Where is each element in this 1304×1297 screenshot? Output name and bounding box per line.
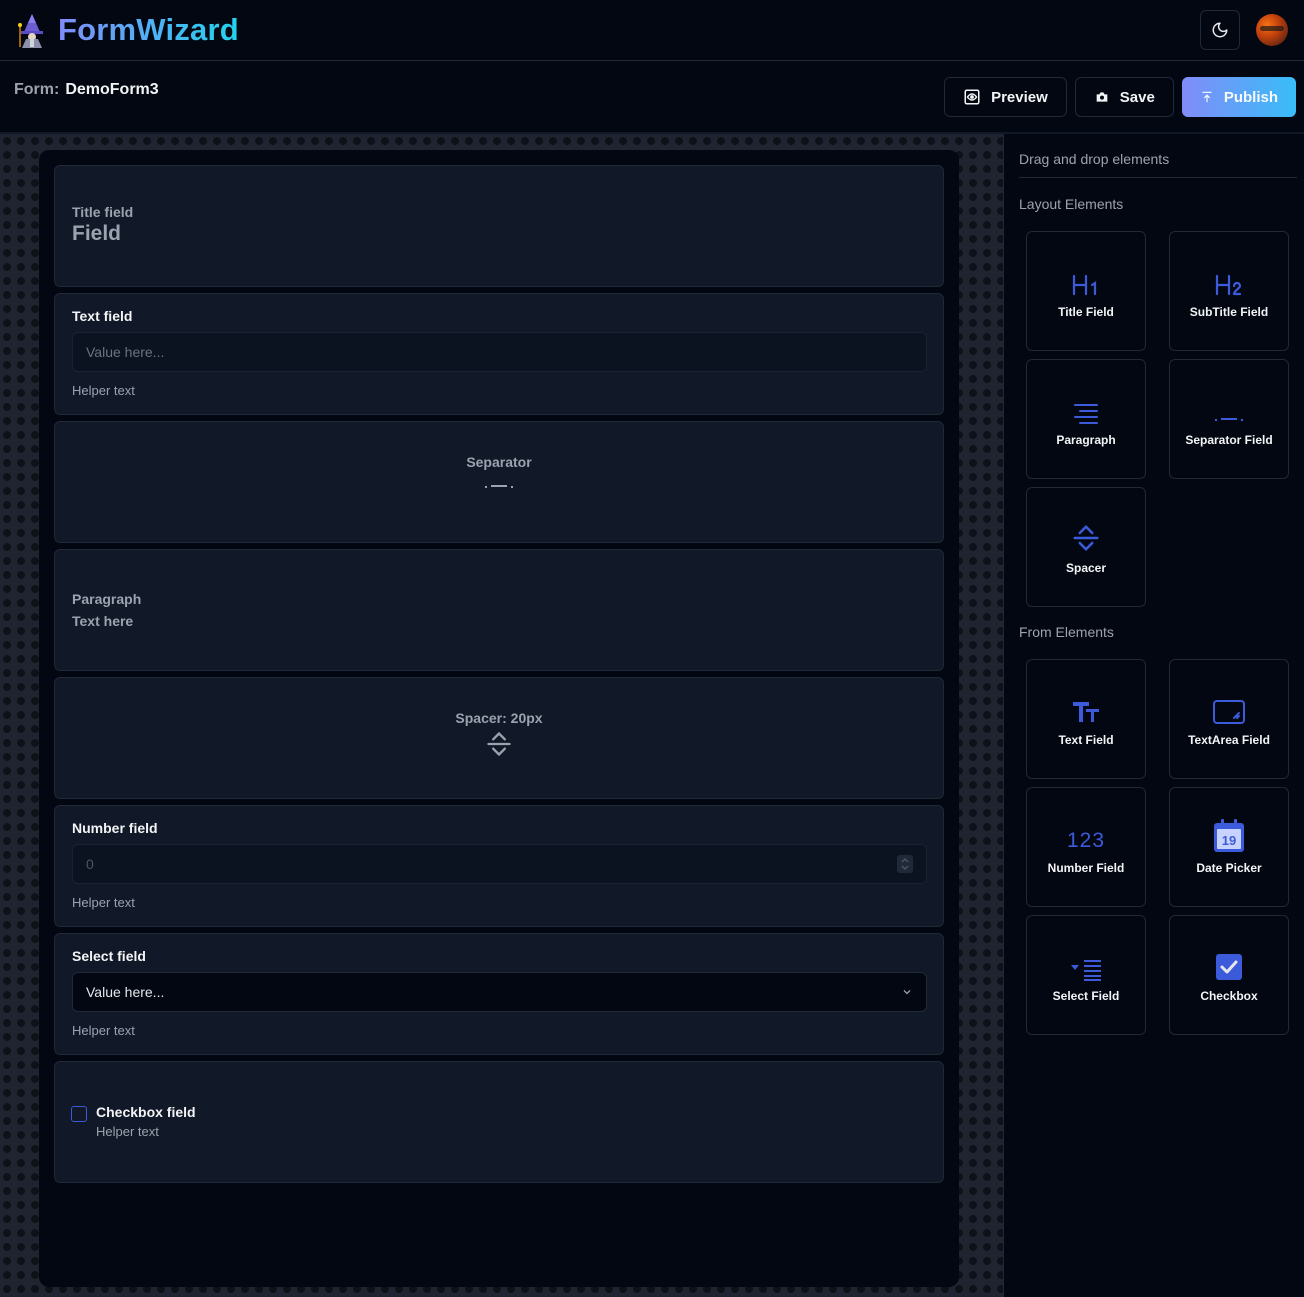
paragraph-label: Paragraph: [72, 591, 142, 607]
number-field-label: Number field: [72, 820, 158, 836]
number-field-tile[interactable]: 123 Number Field: [1026, 787, 1146, 907]
select-field-tile-label: Select Field: [1052, 989, 1120, 1003]
preview-label: Preview: [991, 88, 1048, 106]
title-field-tile[interactable]: Title Field: [1026, 231, 1146, 351]
number-field-tile-label: Number Field: [1047, 861, 1125, 875]
select-field-dropdown[interactable]: Value here...: [72, 972, 927, 1012]
date-picker-tile-label: Date Picker: [1196, 861, 1262, 875]
heading-2-icon: [1215, 274, 1242, 296]
number-field-placeholder: 0: [86, 856, 94, 872]
avatar[interactable]: [1256, 14, 1288, 46]
publish-button[interactable]: Publish: [1181, 77, 1296, 117]
upload-icon: [1202, 91, 1212, 103]
preview-icon: [964, 89, 980, 105]
form-name: Form: DemoForm3: [14, 81, 159, 99]
top-nav: FormWizard: [0, 0, 1304, 61]
separator-icon: [1215, 418, 1243, 421]
text-field-label: Text field: [72, 308, 133, 324]
title-field-value: Field: [72, 222, 122, 245]
form-canvas[interactable]: Title field Field Text field Value here.…: [39, 150, 959, 1287]
chevron-down-icon: [903, 990, 911, 995]
text-field-card[interactable]: Text field Value here... Helper text: [54, 293, 944, 415]
spacer-icon: [487, 731, 511, 757]
form-name-value: DemoForm3: [65, 81, 159, 98]
publish-label: Publish: [1223, 88, 1278, 106]
calendar-day: 19: [1221, 833, 1237, 848]
select-field-value: Value here...: [86, 984, 165, 1000]
text-field-helper: Helper text: [72, 383, 135, 398]
text-field-tile-label: Text Field: [1058, 733, 1114, 747]
app-title: FormWizard: [58, 12, 239, 47]
select-field-helper: Helper text: [72, 1023, 135, 1038]
theme-toggle-button[interactable]: [1200, 10, 1240, 50]
paragraph-icon: [1074, 404, 1098, 424]
wizard-icon: [18, 14, 43, 48]
separator-field-tile[interactable]: Separator Field: [1169, 359, 1289, 479]
save-label: Save: [1119, 88, 1155, 106]
form-name-label: Form:: [14, 81, 60, 98]
checkbox-field-label: Checkbox field: [96, 1104, 196, 1120]
paragraph-tile[interactable]: Paragraph: [1026, 359, 1146, 479]
checkbox-field-card[interactable]: Checkbox field Helper text: [54, 1061, 944, 1183]
spacer-tile-label: Spacer: [1065, 561, 1107, 575]
number-field-helper: Helper text: [72, 895, 135, 910]
elements-sidebar: Drag and drop elements Layout Elements T…: [1003, 134, 1304, 1297]
spacer-card[interactable]: Spacer: 20px: [54, 677, 944, 799]
subtitle-field-tile-label: SubTitle Field: [1189, 305, 1269, 319]
number-field-card[interactable]: Number field 0 Helper text: [54, 805, 944, 927]
title-field-card[interactable]: Title field Field: [54, 165, 944, 287]
form-elements-title: From Elements: [1019, 624, 1114, 640]
title-field-tile-label: Title Field: [1058, 305, 1114, 319]
separator-label: Separator: [466, 454, 532, 470]
paragraph-tile-label: Paragraph: [1056, 433, 1116, 447]
select-field-label: Select field: [72, 948, 146, 964]
calendar-icon: 19: [1213, 819, 1245, 853]
layout-elements-title: Layout Elements: [1019, 196, 1124, 212]
spacer-tile[interactable]: Spacer: [1026, 487, 1146, 607]
spacer-label: Spacer: 20px: [455, 710, 543, 726]
heading-1-icon: [1072, 274, 1097, 296]
separator-field-tile-label: Separator Field: [1185, 433, 1273, 447]
text-field-input[interactable]: Value here...: [72, 332, 927, 372]
checkbox-tile-label: Checkbox: [1200, 989, 1258, 1003]
checkbox-checked-icon: [1216, 954, 1242, 980]
paragraph-card[interactable]: Paragraph Text here: [54, 549, 944, 671]
separator-card[interactable]: Separator: [54, 421, 944, 543]
checkbox-tile[interactable]: Checkbox: [1169, 915, 1289, 1035]
select-field-tile[interactable]: Select Field: [1026, 915, 1146, 1035]
text-field-tile[interactable]: Text Field: [1026, 659, 1146, 779]
select-list-icon: [1071, 960, 1101, 981]
preview-button[interactable]: Preview: [944, 77, 1067, 117]
subtitle-field-tile[interactable]: SubTitle Field: [1169, 231, 1289, 351]
text-field-placeholder: Value here...: [86, 344, 165, 360]
number-icon: 123: [1066, 829, 1106, 852]
textarea-icon: [1213, 700, 1245, 724]
textarea-field-tile-label: TextArea Field: [1188, 733, 1270, 747]
title-field-label: Title field: [72, 204, 134, 220]
form-header: Form: DemoForm3 Preview Save Publish: [0, 61, 1304, 134]
stepper-icon[interactable]: [897, 855, 913, 873]
save-button[interactable]: Save: [1074, 77, 1174, 117]
checkbox[interactable]: [71, 1106, 87, 1122]
number-field-input[interactable]: 0: [72, 844, 927, 884]
checkbox-field-helper: Helper text: [96, 1124, 159, 1139]
text-icon: [1073, 702, 1099, 722]
moon-icon: [1212, 22, 1228, 38]
separator-icon: [485, 485, 513, 488]
logo[interactable]: FormWizard: [16, 12, 239, 48]
date-picker-tile[interactable]: 19 Date Picker: [1169, 787, 1289, 907]
select-field-card[interactable]: Select field Value here... Helper text: [54, 933, 944, 1055]
textarea-field-tile[interactable]: TextArea Field: [1169, 659, 1289, 779]
paragraph-value: Text here: [72, 613, 134, 629]
sidebar-title: Drag and drop elements: [1019, 151, 1297, 178]
spacer-icon: [1073, 524, 1099, 552]
save-icon: [1096, 92, 1108, 102]
